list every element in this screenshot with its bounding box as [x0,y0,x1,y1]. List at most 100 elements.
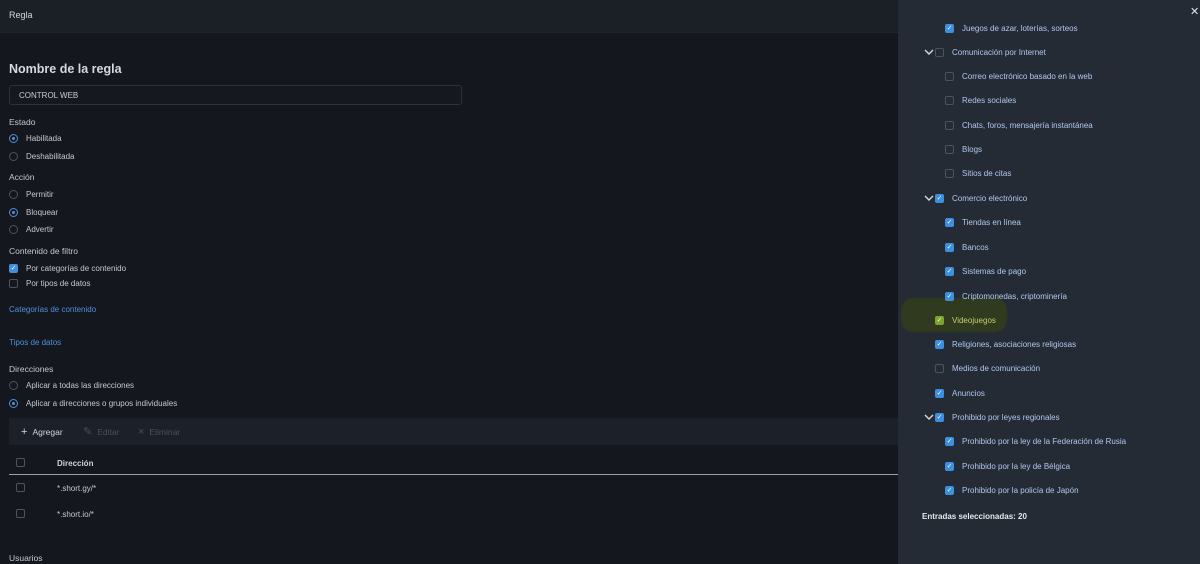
category-label: Criptomonedas, criptominería [962,291,1067,301]
category-item[interactable]: Chats, foros, mensajería instantánea [945,118,1093,132]
por-categorias-checkbox[interactable]: ✓ Por categorías de contenido [9,262,126,274]
rule-name-input[interactable] [9,85,462,105]
table-row[interactable]: *.short.io/* [9,502,898,527]
checkbox-label: Por categorías de contenido [26,263,127,273]
checkbox-checked-icon[interactable]: ✓ [945,23,954,33]
category-item[interactable]: ✓ Comercio electrónico [935,191,1027,205]
table-row[interactable]: *.short.gy/* [9,476,898,501]
category-label: Comercio electrónico [952,193,1028,203]
chevron-down-icon[interactable] [924,410,934,424]
checkbox-icon[interactable] [945,168,954,178]
top-bar: Regla [0,0,898,33]
checkbox-label: Por tipos de datos [26,278,91,288]
category-item[interactable]: Medios de comunicación [935,361,1040,375]
category-item[interactable]: ✓ Bancos [945,240,989,254]
radio-label: Habilitada [26,133,62,143]
category-label: Chats, foros, mensajería instantánea [962,120,1093,130]
category-item[interactable]: ✓ Juegos de azar, loterías, sorteos [945,21,1078,35]
estado-deshabilitada-radio[interactable]: Deshabilitada [9,150,74,162]
delete-button[interactable]: × Eliminar [138,427,180,438]
checkbox-icon[interactable] [935,47,944,57]
page-title: Regla [9,10,33,20]
category-item[interactable]: ✓ Prohibido por la ley de la Federación d… [945,434,1126,448]
category-item[interactable]: ✓ Anuncios [935,386,985,400]
categories-panel [898,0,1200,564]
category-label: Sitios de citas [962,168,1012,178]
category-label: Prohibido por la policía de Japón [962,485,1079,495]
checkbox-icon[interactable] [935,363,944,373]
checkbox-checked-icon[interactable]: ✓ [945,291,954,301]
radio-label: Aplicar a direcciones o grupos individua… [26,398,178,408]
category-label: Blogs [962,144,983,154]
radio-label: Deshabilitada [26,151,75,161]
select-all-checkbox[interactable] [16,458,25,467]
checkbox-checked-icon[interactable]: ✓ [935,339,944,349]
add-button[interactable]: + Agregar [21,427,63,438]
checkbox-checked-icon[interactable]: ✓ [945,266,954,276]
category-item[interactable]: ✓ Prohibido por leyes regionales [935,410,1060,424]
chevron-down-icon[interactable] [924,45,934,59]
checkbox-checked-icon[interactable]: ✓ [935,315,944,325]
category-item[interactable]: ✓ Sistemas de pago [945,264,1026,278]
category-label: Medios de comunicación [952,363,1041,373]
category-item[interactable]: Sitios de citas [945,166,1011,180]
checkbox-checked-icon[interactable]: ✓ [945,242,954,252]
edit-button[interactable]: ✎ Editar [83,427,119,438]
checkbox-icon[interactable] [945,71,954,81]
checkbox-icon[interactable] [945,144,954,154]
category-label: Religiones, asociaciones religiosas [952,339,1077,349]
checkbox-icon [9,278,18,288]
category-label: Videojuegos [952,315,996,325]
chevron-down-icon[interactable] [924,191,934,205]
category-item[interactable]: ✓ Videojuegos [935,313,996,327]
usuarios-label: Usuarios [9,553,43,563]
direcciones-individuales-radio[interactable]: Aplicar a direcciones o grupos individua… [9,397,177,409]
checkbox-icon[interactable] [945,120,954,130]
radio-icon [9,224,18,234]
radio-selected-icon [9,398,18,408]
accion-advertir-radio[interactable]: Advertir [9,223,54,235]
checkbox-checked-icon[interactable]: ✓ [945,485,954,495]
radio-label: Bloquear [26,207,59,217]
category-item[interactable]: ✓ Criptomonedas, criptominería [945,289,1067,303]
radio-label: Permitir [26,189,54,199]
direcciones-todas-radio[interactable]: Aplicar a todas las direcciones [9,379,134,391]
column-header-direccion[interactable]: Dirección [57,459,93,468]
radio-icon [9,189,18,199]
rule-name-heading: Nombre de la regla [9,62,122,76]
estado-habilitada-radio[interactable]: Habilitada [9,132,62,144]
checkbox-checked-icon: ✓ [9,263,18,273]
accion-bloquear-radio[interactable]: Bloquear [9,206,58,218]
rule-form: Nombre de la regla Estado Habilitada Des… [0,33,898,564]
checkbox-checked-icon[interactable]: ✓ [935,412,944,422]
radio-icon [9,151,18,161]
category-item[interactable]: ✓ Prohibido por la policía de Japón [945,483,1079,497]
checkbox-checked-icon[interactable]: ✓ [935,193,944,203]
category-label: Prohibido por leyes regionales [952,412,1060,422]
category-item[interactable]: Correo electrónico basado en la web [945,69,1092,83]
checkbox-icon[interactable] [945,95,954,105]
checkbox-checked-icon[interactable]: ✓ [945,461,954,471]
tipos-datos-link[interactable]: Tipos de datos [9,338,61,347]
close-icon[interactable]: ✕ [1190,7,1199,18]
row-checkbox[interactable] [16,509,25,518]
category-item[interactable]: ✓ Prohibido por la ley de Bélgica [945,459,1070,473]
category-item[interactable]: Redes sociales [945,93,1016,107]
radio-label: Advertir [26,224,54,234]
por-tipos-checkbox[interactable]: Por tipos de datos [9,277,90,289]
accion-permitir-radio[interactable]: Permitir [9,188,54,200]
category-label: Prohibido por la ley de Bélgica [962,461,1071,471]
checkbox-checked-icon[interactable]: ✓ [935,388,944,398]
category-item[interactable]: ✓ Tiendas en línea [945,215,1021,229]
checkbox-checked-icon[interactable]: ✓ [945,217,954,227]
category-label: Bancos [962,242,989,252]
checkbox-checked-icon[interactable]: ✓ [945,436,954,446]
categorias-link[interactable]: Categorías de contenido [9,305,96,314]
contenido-label: Contenido de filtro [9,246,78,256]
category-item[interactable]: ✓ Religiones, asociaciones religiosas [935,337,1076,351]
selected-count: Entradas seleccionadas: 20 [922,512,1027,521]
row-checkbox[interactable] [16,483,25,492]
category-label: Comunicación por Internet [952,47,1046,57]
category-item[interactable]: Comunicación por Internet [935,45,1046,59]
category-item[interactable]: Blogs [945,142,982,156]
